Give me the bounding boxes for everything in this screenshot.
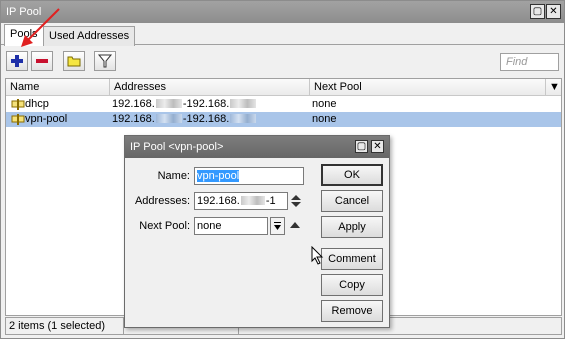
next-pool-label: Next Pool: [139, 220, 190, 232]
comment-button[interactable] [63, 51, 85, 71]
dialog-titlebar[interactable]: IP Pool <vpn-pool> ▢ ✕ [125, 136, 389, 158]
redacted-block [240, 196, 265, 205]
window-titlebar[interactable]: IP Pool ▢ ✕ [1, 1, 564, 23]
note-icon [67, 56, 81, 67]
copy-button[interactable]: Copy [321, 274, 383, 296]
name-field[interactable]: vpn-pool [194, 167, 304, 185]
plus-icon [11, 55, 23, 67]
add-button[interactable] [6, 51, 28, 71]
row-addresses: 192.168. -192.168. [112, 112, 257, 127]
next-pool-dropdown-button[interactable] [270, 217, 285, 235]
close-button[interactable]: ✕ [546, 4, 561, 19]
addresses-label: Addresses: [134, 195, 190, 207]
redacted-block [230, 99, 257, 108]
row-next-pool: none [312, 98, 337, 110]
column-header-addresses[interactable]: Addresses [110, 79, 310, 96]
ip-pool-window: IP Pool ▢ ✕ Pools Used Addresses Find Na… [0, 0, 565, 339]
pool-icon [11, 99, 25, 110]
ok-button[interactable]: OK [321, 164, 383, 186]
remove-button-dialog[interactable]: Remove [321, 300, 383, 322]
addresses-field[interactable]: 192.168. -1 [194, 192, 288, 210]
row-addresses: 192.168. -192.168. [112, 97, 257, 112]
table-header: Name Addresses Next Pool ▼ [6, 79, 561, 96]
ip-pool-dialog: IP Pool <vpn-pool> ▢ ✕ Name: vpn-pool Ad… [124, 135, 390, 328]
apply-button[interactable]: Apply [321, 216, 383, 238]
redacted-block [155, 99, 182, 108]
filter-button[interactable] [94, 51, 116, 71]
column-header-name[interactable]: Name [6, 79, 110, 96]
redacted-block [155, 114, 182, 123]
redacted-block [230, 114, 257, 123]
name-label: Name: [157, 170, 190, 182]
triangle-up-icon[interactable] [289, 220, 301, 230]
up-down-arrows-icon[interactable] [290, 193, 302, 209]
dialog-close-button[interactable]: ✕ [371, 140, 384, 153]
column-header-next-pool[interactable]: Next Pool [310, 79, 546, 96]
maximize-button[interactable]: ▢ [530, 4, 545, 19]
next-pool-select[interactable]: none [194, 217, 268, 235]
dialog-title: IP Pool <vpn-pool> [130, 141, 224, 153]
row-name: dhcp [25, 98, 49, 110]
row-name: vpn-pool [25, 113, 68, 125]
chevron-down-icon [274, 222, 281, 230]
comment-button-dialog[interactable]: Comment [321, 248, 383, 270]
toolbar: Find [1, 46, 564, 76]
table-row[interactable]: dhcp 192.168. -192.168. none [6, 97, 561, 112]
filter-icon [97, 54, 113, 68]
status-text: 2 items (1 selected) [9, 320, 105, 332]
dialog-maximize-button[interactable]: ▢ [355, 140, 368, 153]
table-row[interactable]: vpn-pool 192.168. -192.168. none [6, 112, 561, 127]
minus-icon [36, 59, 48, 63]
cancel-button[interactable]: Cancel [321, 190, 383, 212]
column-menu-button[interactable]: ▼ [546, 79, 561, 96]
annotation-arrow-icon [21, 8, 60, 47]
mouse-cursor-icon [311, 246, 324, 265]
find-input[interactable]: Find [500, 53, 559, 71]
remove-button[interactable] [31, 51, 53, 71]
tab-strip: Pools Used Addresses [1, 23, 564, 46]
row-next-pool: none [312, 113, 337, 125]
pool-icon [11, 114, 25, 125]
